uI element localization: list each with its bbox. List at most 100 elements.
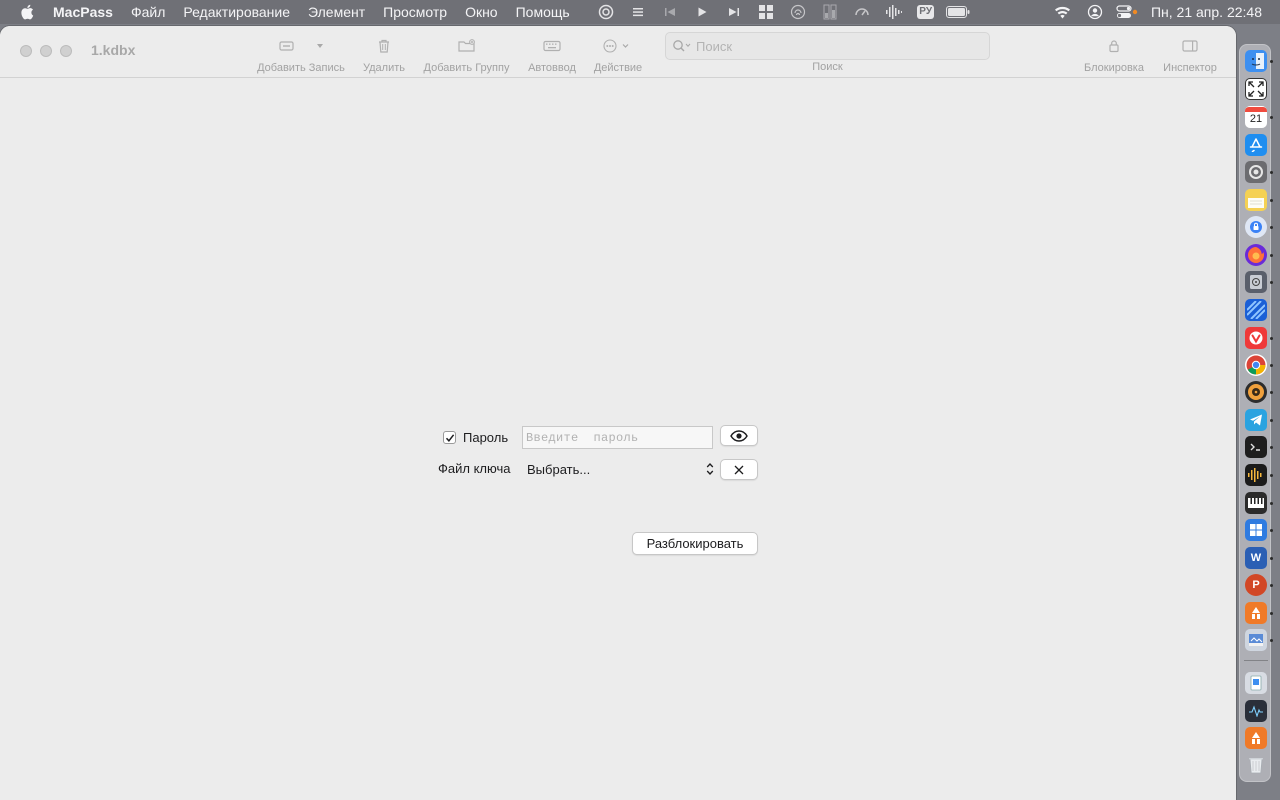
keyfile-selected-value: Выбрать... (527, 461, 591, 477)
apple-menu-icon[interactable] (19, 4, 35, 20)
status-spiral-icon[interactable] (590, 0, 622, 24)
minimize-window-button[interactable] (40, 45, 52, 57)
search-input[interactable] (696, 38, 986, 54)
dock-preview-icon[interactable] (1245, 629, 1267, 651)
show-password-button[interactable] (720, 425, 758, 446)
dock-telegram-icon[interactable] (1245, 409, 1267, 431)
menu-window[interactable]: Окно (456, 0, 507, 24)
menu-app-name[interactable]: MacPass (53, 0, 122, 24)
dock-running-dot (1270, 612, 1273, 615)
dock-running-dot (1270, 281, 1273, 284)
dock-chrome-icon[interactable] (1245, 354, 1267, 376)
calendar-day: 21 (1249, 113, 1263, 125)
password-label: Пароль (463, 430, 509, 445)
dock-windows-app-icon[interactable] (1245, 519, 1267, 541)
add-entry-button[interactable]: Добавить Запись (254, 34, 348, 76)
keyfile-row: Файл ключа (438, 461, 510, 476)
add-group-button[interactable]: Добавить Группу (420, 34, 513, 76)
autotype-button[interactable]: Автоввод (526, 34, 578, 76)
dock-running-dot (1270, 171, 1273, 174)
dock-running-dot (1270, 446, 1273, 449)
dock-music-player-icon[interactable] (1245, 381, 1267, 403)
dock-terminal-icon[interactable] (1245, 436, 1267, 458)
dock-running-dot (1270, 60, 1273, 63)
status-fingerprint-icon[interactable] (782, 0, 814, 24)
inspector-button[interactable]: Инспектор (1160, 34, 1220, 76)
menu-bar: MacPass Файл Редактирование Элемент Прос… (0, 0, 1280, 24)
dock: 21 W P (1239, 44, 1273, 782)
dock-fullscreen-icon[interactable] (1245, 78, 1267, 100)
status-gauge-icon[interactable] (846, 0, 878, 24)
action-button[interactable]: Действие (592, 34, 644, 76)
input-source-icon[interactable]: РУ (910, 0, 942, 24)
dock-running-dot (1270, 226, 1273, 229)
dock-vivaldi-icon[interactable] (1245, 327, 1267, 349)
dock-calendar-icon[interactable]: 21 (1245, 106, 1267, 128)
lock-button[interactable]: Блокировка (1082, 34, 1146, 76)
inspector-label: Инспектор (1163, 62, 1217, 74)
dock-running-dot (1270, 116, 1273, 119)
dock-trash-icon[interactable] (1245, 754, 1267, 776)
dock-archive-utility-icon[interactable] (1245, 727, 1267, 749)
dock-running-dot (1270, 474, 1273, 477)
macpass-window: 1.kdbx Добавить Запись Удалить Добавить … (0, 26, 1236, 800)
search-label: Поиск (812, 61, 843, 73)
dock-running-dot (1270, 639, 1273, 642)
status-audio-icon[interactable] (878, 0, 910, 24)
dock-activity-monitor-icon[interactable] (1245, 700, 1267, 722)
action-label: Действие (593, 62, 643, 74)
dock-separator (1244, 660, 1268, 661)
dock-system-settings-icon[interactable] (1245, 161, 1267, 183)
menu-file[interactable]: Файл (122, 0, 174, 24)
menu-clock[interactable]: Пн, 21 апр. 22:48 (1143, 4, 1280, 20)
dock-finder-document-icon[interactable] (1245, 672, 1267, 694)
dock-powerpoint-icon[interactable]: P (1245, 574, 1267, 596)
add-entry-icon (279, 41, 294, 51)
control-center-icon[interactable] (1111, 0, 1143, 24)
wifi-icon[interactable] (1047, 0, 1079, 24)
unlock-panel: Пароль Файл ключа Выбрать... Разблокиров… (0, 78, 1236, 800)
clear-keyfile-button[interactable] (720, 459, 758, 480)
keyfile-popup[interactable]: Выбрать... (522, 458, 717, 480)
window-toolbar: 1.kdbx Добавить Запись Удалить Добавить … (0, 26, 1236, 78)
delete-label: Удалить (363, 62, 405, 74)
menu-item-element[interactable]: Элемент (299, 0, 374, 24)
battery-icon[interactable] (942, 0, 974, 24)
media-next-icon[interactable] (718, 0, 750, 24)
password-input[interactable] (522, 426, 713, 449)
zoom-window-button[interactable] (60, 45, 72, 57)
dock-running-dot (1270, 391, 1273, 394)
dock-stripes-app-icon[interactable] (1245, 299, 1267, 321)
dock-audio-editor-icon[interactable] (1245, 464, 1267, 486)
window-grid-icon[interactable] (750, 0, 782, 24)
user-account-icon[interactable] (1079, 0, 1111, 24)
menu-help[interactable]: Помощь (507, 0, 579, 24)
keyfile-label: Файл ключа (438, 461, 511, 476)
dock-firefox-icon[interactable] (1245, 244, 1267, 266)
dock-piano-icon[interactable] (1245, 492, 1267, 514)
more-actions-icon (603, 39, 629, 53)
search-icon (673, 40, 691, 52)
add-group-label: Добавить Группу (423, 62, 510, 74)
dock-word-icon[interactable]: W (1245, 547, 1267, 569)
media-play-icon[interactable] (686, 0, 718, 24)
media-previous-icon[interactable] (654, 0, 686, 24)
dock-finder-icon[interactable] (1245, 50, 1267, 72)
lock-icon (1109, 40, 1119, 53)
eye-icon (730, 429, 748, 442)
menu-view[interactable]: Просмотр (374, 0, 456, 24)
status-list-icon[interactable] (622, 0, 654, 24)
dock-notes-icon[interactable] (1245, 189, 1267, 211)
dock-password-app-icon[interactable] (1245, 216, 1267, 238)
dock-appstore-icon[interactable] (1245, 134, 1267, 156)
password-checkbox[interactable] (443, 431, 456, 444)
dock-archive-app-icon[interactable] (1245, 602, 1267, 624)
menu-edit[interactable]: Редактирование (174, 0, 299, 24)
close-window-button[interactable] (20, 45, 32, 57)
delete-button[interactable]: Удалить (360, 34, 408, 76)
folder-add-icon (457, 39, 475, 52)
unlock-button[interactable]: Разблокировать (632, 532, 758, 555)
status-meter-icon[interactable] (814, 0, 846, 24)
dock-disk-utility-icon[interactable] (1245, 271, 1267, 293)
search-field[interactable] (665, 32, 990, 60)
